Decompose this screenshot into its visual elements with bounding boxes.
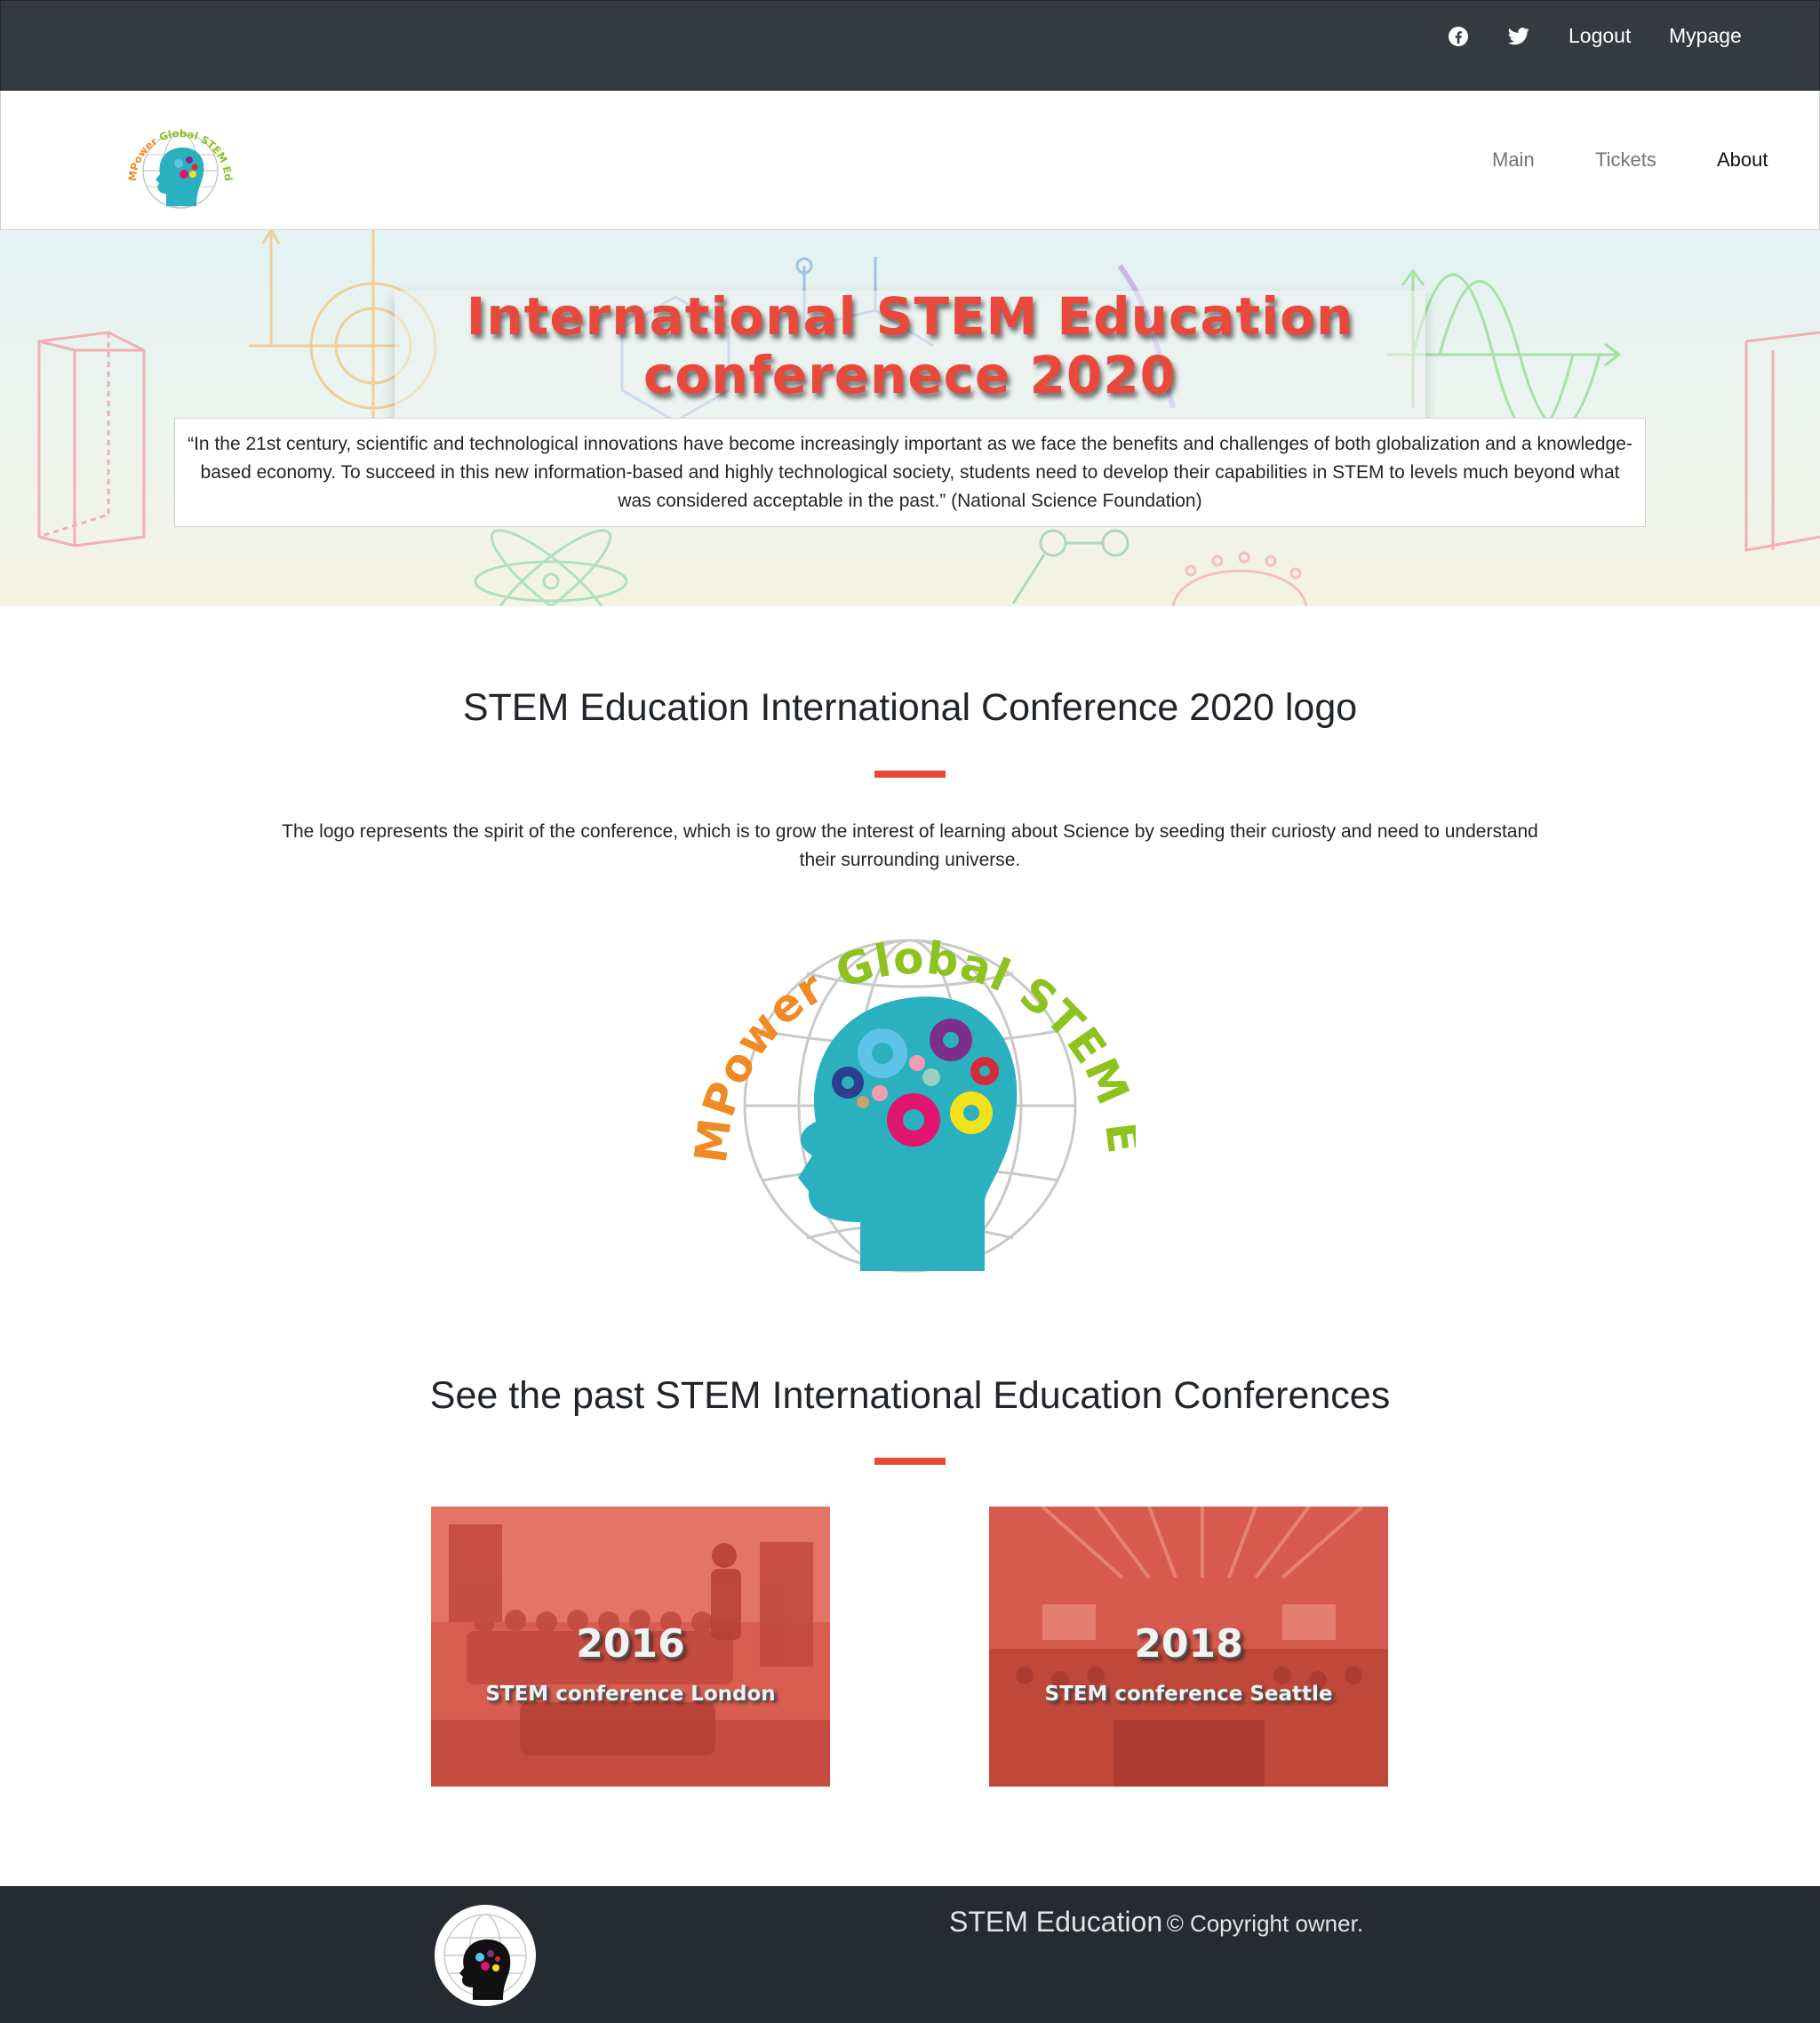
section-divider	[874, 1458, 946, 1465]
conference-logo: MPower Global STEM Education	[675, 848, 1149, 1280]
card-subtitle: STEM conference London	[485, 1683, 776, 1706]
footer: STEM Education © Copyright owner.	[0, 1886, 1820, 2023]
main-navbar: MPower Global STEM Education Main Ticket…	[0, 91, 1820, 230]
card-year: 2016	[576, 1621, 685, 1667]
logout-link[interactable]: Logout	[1569, 22, 1631, 49]
nav-item-tickets[interactable]: Tickets	[1595, 147, 1656, 173]
hero-banner: International STEM Education conferenece…	[0, 230, 1820, 606]
footer-copyright-text: © Copyright owner.	[1166, 1910, 1364, 1937]
top-bar: Logout Mypage	[0, 0, 1820, 91]
brand-logo[interactable]: MPower Global STEM Education	[113, 92, 241, 217]
footer-brand: STEM Education	[949, 1906, 1163, 1938]
footer-logo	[434, 1904, 537, 2007]
hero-quote: “In the 21st century, scientific and tec…	[174, 418, 1646, 527]
mypage-link[interactable]: Mypage	[1669, 22, 1742, 49]
nav-item-about[interactable]: About	[1717, 147, 1768, 173]
card-subtitle: STEM conference Seattle	[1044, 1683, 1333, 1706]
conference-card-2018[interactable]: 2018 STEM conference Seattle	[989, 1507, 1388, 1787]
hero-title: International STEM Education conferenece…	[466, 286, 1354, 405]
nav-item-main[interactable]: Main	[1492, 147, 1535, 173]
facebook-icon[interactable]	[1444, 22, 1473, 51]
twitter-icon[interactable]	[1505, 22, 1533, 51]
logo-section-heading: STEM Education International Conference …	[462, 686, 1358, 729]
logo-description: The logo represents the spirit of the co…	[282, 821, 1538, 870]
conference-card-2016[interactable]: 2016 STEM conference London	[431, 1507, 830, 1787]
section-divider	[874, 771, 946, 778]
footer-copyright: STEM Education © Copyright owner.	[949, 1904, 1363, 1946]
past-conferences-heading: See the past STEM International Educatio…	[429, 1374, 1391, 1417]
card-year: 2018	[1134, 1621, 1243, 1667]
